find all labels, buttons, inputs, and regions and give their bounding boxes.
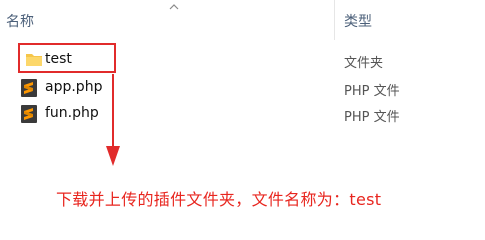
file-name: app.php xyxy=(45,79,103,95)
file-list-header: 名称 类型 xyxy=(0,0,485,40)
column-divider[interactable] xyxy=(334,0,335,40)
sublime-file-icon xyxy=(21,79,37,97)
file-row-app-php[interactable]: app.php PHP 文件 xyxy=(0,75,485,101)
column-header-name[interactable]: 名称 xyxy=(6,11,34,31)
file-type: PHP 文件 xyxy=(344,110,400,125)
file-name: fun.php xyxy=(45,105,99,121)
sublime-file-icon xyxy=(21,105,37,123)
arrow-down-icon xyxy=(106,74,120,166)
file-type: 文件夹 xyxy=(344,56,384,71)
sort-ascending-icon xyxy=(169,4,179,10)
annotation-caption: 下载并上传的插件文件夹，文件名称为：test xyxy=(56,190,382,209)
file-type: PHP 文件 xyxy=(344,84,400,99)
column-header-type[interactable]: 类型 xyxy=(344,11,372,31)
highlight-box xyxy=(18,43,116,73)
file-row-fun-php[interactable]: fun.php PHP 文件 xyxy=(0,101,485,127)
